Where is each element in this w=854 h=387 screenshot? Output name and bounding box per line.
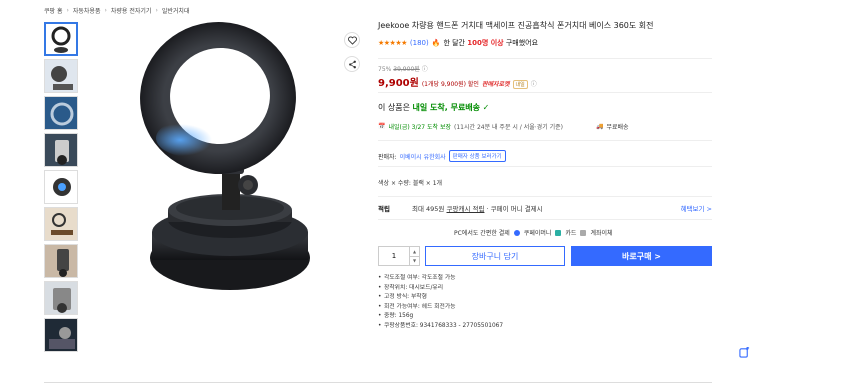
payment-option-coupay[interactable]: 쿠페이머니 [524,228,552,237]
payment-options: PC에서도 간편한 결제 쿠페이머니 카드 계좌이체 [454,228,613,237]
thumbnail-7[interactable] [44,244,78,278]
seller-rocket-badge: 판매자로켓 [481,81,510,88]
thumbnail-5[interactable] [44,170,78,204]
thumbnail-9[interactable] [44,318,78,352]
truck-icon: 🚚 [596,123,604,130]
info-icon[interactable]: ⓘ [531,79,537,88]
breadcrumb-current[interactable]: 일반거치대 [162,6,190,15]
purchase-note: 한 달간 100명 이상 구매했어요 [443,39,539,47]
breadcrumb: 쿠팡 홈 › 자동차용품 › 차량용 전자기기 › 일반거치대 [44,6,189,15]
delivery-date: 내일(금) 3/27 도착 보장 [388,124,452,131]
wishlist-heart-button[interactable] [344,32,360,48]
spec-item: 장착위치: 대시보드/유리 [378,284,503,294]
spec-item: 각도조절 여부: 각도조절 가능 [378,274,503,284]
thumbnail-list [44,22,80,355]
payment-option-transfer[interactable]: 계좌이체 [590,228,612,237]
benefit-label: 적립 [378,205,390,213]
add-to-cart-button[interactable]: 장바구니 담기 [425,246,565,266]
buy-now-button[interactable]: 바로구매 > [571,246,712,266]
benefit-row: 적립 최대 495원 쿠팡캐시 적립 · 쿠페이 머니 결제시 혜택보기 > [378,196,712,220]
benefit-more-link[interactable]: 혜택보기 > [681,203,712,213]
bank-transfer-icon [580,229,587,236]
spec-item: 고정 방식: 부착형 [378,293,503,303]
coupang-cash-link[interactable]: 쿠팡캐시 적립 [447,205,485,213]
coupay-icon [513,229,520,236]
option-summary: 색상 × 수량: 블랙 × 1개 [378,180,443,187]
thumbnail-4[interactable] [44,133,78,167]
discount-row: 75% 39,900원 ⓘ [378,64,428,73]
compose-icon [738,346,749,358]
delivery-headline: 이 상품은 내일 도착, 무료배송 ✓ [378,103,490,112]
thumbnail-6[interactable] [44,207,78,241]
seller-label: 판매자: [378,153,397,161]
original-price: 39,900원 [393,66,420,73]
delivery-note: (11시간 24분 내 주문 시 / 서울⋅경기 기준) [454,124,564,131]
info-icon[interactable]: ⓘ [422,66,428,73]
product-title: Jeekooe 차량용 핸드폰 거치대 맥세이프 진공흡착식 폰거치대 베이스 … [378,21,654,30]
spec-item: 회전 가능여부: 헤드 회전가능 [378,303,503,313]
spec-list: 각도조절 여부: 각도조절 가능 장착위치: 대시보드/유리 고정 방식: 부착… [378,274,503,331]
thumbnail-1[interactable] [44,22,78,56]
tomorrow-badge: 내일 [512,80,528,89]
breadcrumb-separator: › [66,7,69,14]
unit-price: (1개당 9,900원) 할인 [421,81,479,88]
quantity-down-icon[interactable]: ▼ [410,257,419,266]
rating-stars: ★★★★★ [378,39,407,47]
delivery-detail: 📅 내일(금) 3/27 도착 보장 (11시간 24분 내 주문 시 / 서울… [378,122,563,131]
quantity-up-icon[interactable]: ▲ [410,247,419,257]
thumbnail-2[interactable] [44,59,78,93]
divider [378,140,712,141]
product-main-image[interactable] [88,20,370,300]
discount-rate: 75% [378,66,392,73]
divider [378,58,712,59]
floating-edit-button[interactable] [737,345,751,359]
fire-icon: 🔥 [431,39,441,47]
spec-item: 쿠팡상품번호: 9341768333 - 27705501067 [378,322,503,332]
divider [378,166,712,167]
divider [378,92,712,93]
product-page: 쿠팡 홈 › 자동차용품 › 차량용 전자기기 › 일반거치대 Jeekooe … [0,0,854,387]
seller-row: 판매자: 이베이시 유한회사 판매자 상품 보러가기 [378,150,506,162]
quantity-stepper[interactable]: 1 ▲ ▼ [378,246,420,266]
free-shipping: 🚚 무료배송 [596,123,629,131]
seller-products-button[interactable]: 판매자 상품 보러가기 [448,150,506,162]
breadcrumb-category[interactable]: 자동차용품 [73,6,101,15]
breadcrumb-separator: › [155,7,158,14]
product-info: Jeekooe 차량용 핸드폰 거치대 맥세이프 진공흡착식 폰거치대 베이스 … [378,20,712,48]
payment-label: PC에서도 간편한 결제 [454,230,510,237]
calendar-icon: 📅 [378,123,386,130]
quantity-value[interactable]: 1 [379,247,409,265]
thumbnail-8[interactable] [44,281,78,315]
breadcrumb-subcategory[interactable]: 차량용 전자기기 [111,6,152,15]
share-icon [348,60,356,68]
breadcrumb-home[interactable]: 쿠팡 홈 [44,6,62,15]
check-icon: ✓ [482,103,490,112]
payment-option-card[interactable]: 카드 [565,228,576,237]
rating-row: ★★★★★ (180) 🔥 한 달간 100명 이상 구매했어요 [378,38,712,48]
quantity-arrows: ▲ ▼ [409,247,419,265]
price-row: 9,900원 (1개당 9,900원) 할인 판매자로켓 내일 ⓘ [378,74,537,89]
benefit-text: 최대 495원 쿠팡캐시 적립 · 쿠페이 머니 결제시 [412,205,543,213]
review-count-link[interactable]: (180) [410,39,429,47]
divider [44,382,712,383]
share-button[interactable] [344,56,360,72]
card-icon [555,229,562,236]
sale-price: 9,900원 [378,78,419,89]
heart-icon [347,35,357,45]
thumbnail-3[interactable] [44,96,78,130]
spec-item: 중량: 156g [378,312,503,322]
breadcrumb-separator: › [104,7,107,14]
seller-name-link[interactable]: 이베이시 유한회사 [400,152,446,161]
